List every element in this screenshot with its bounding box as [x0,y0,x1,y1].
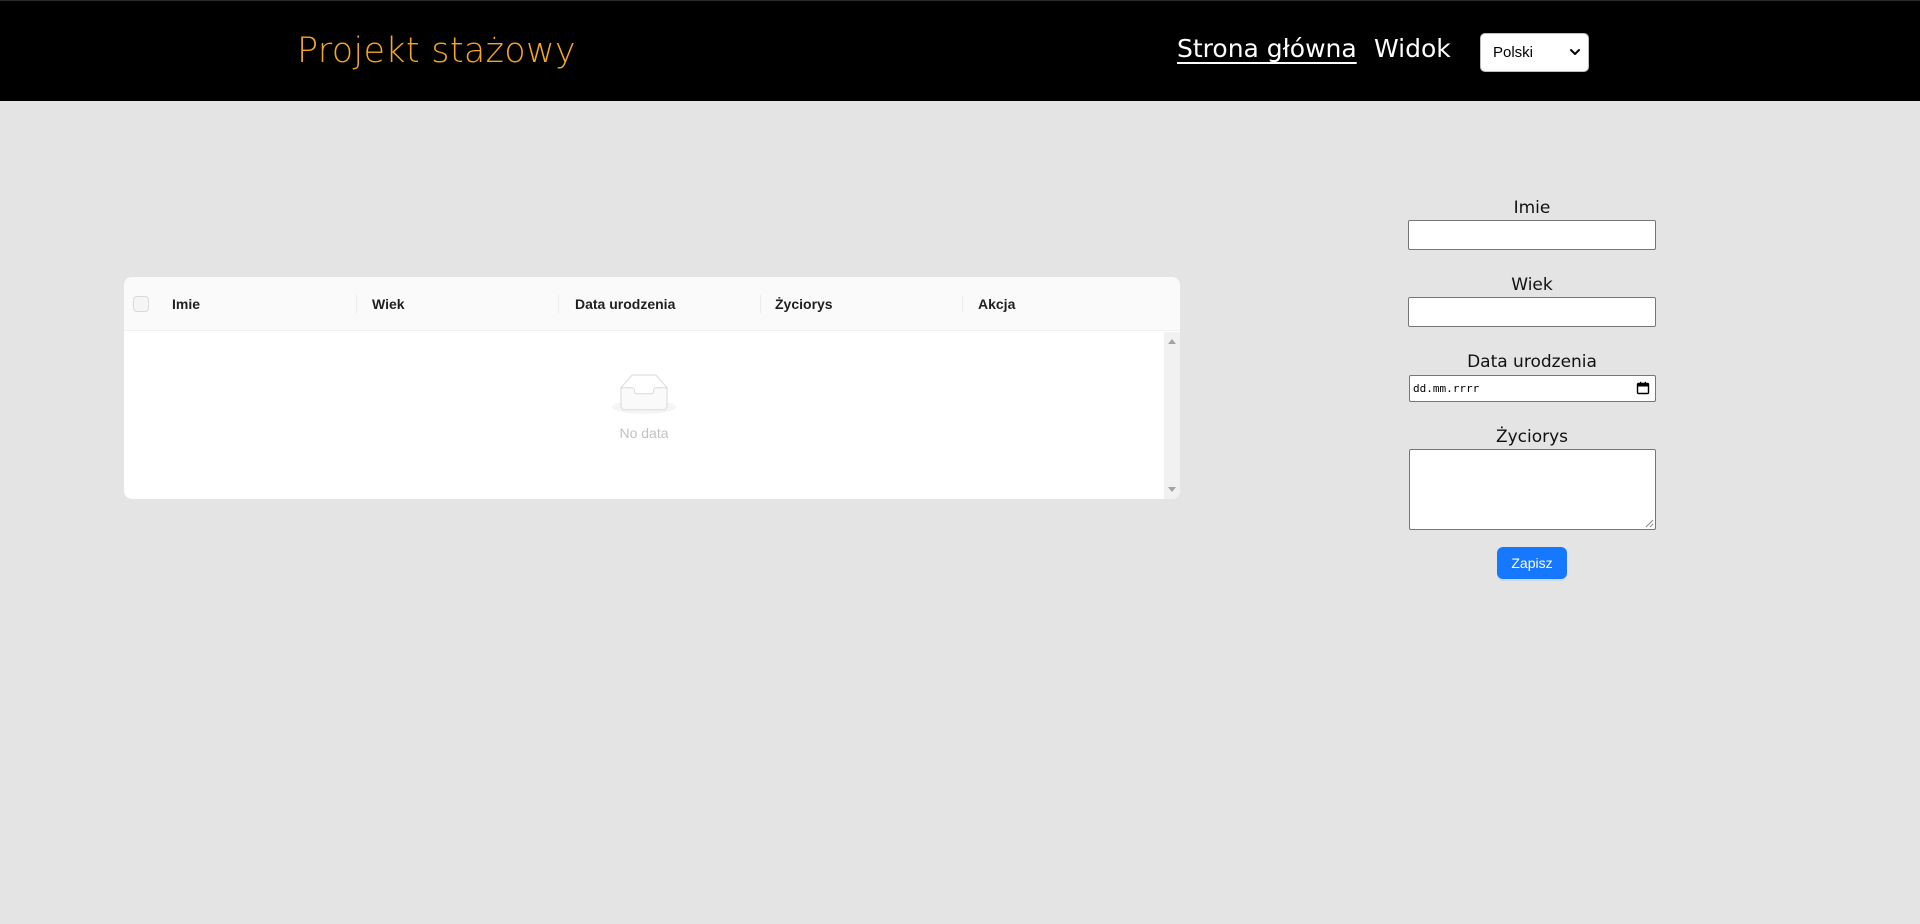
scroll-up-arrow-icon[interactable] [1168,339,1176,344]
inbox-icon [612,374,676,414]
calendar-icon[interactable] [1636,381,1650,395]
table-header: Imie Wiek Data urodzenia Życiorys Akcja [124,277,1180,331]
column-divider [962,295,963,313]
chevron-down-icon [1570,49,1580,55]
language-select-value: Polski [1493,44,1534,61]
app-title[interactable]: Projekt stażowy [297,29,576,73]
column-header-name[interactable]: Imie [172,277,200,331]
name-input[interactable] [1408,220,1656,250]
column-header-action[interactable]: Akcja [978,277,1015,331]
bio-textarea[interactable] [1409,449,1656,530]
column-divider [558,295,559,313]
column-divider [356,295,357,313]
nav-link-view[interactable]: Widok [1374,33,1451,65]
column-header-bio[interactable]: Życiorys [775,277,833,331]
top-navbar: Projekt stażowy Strona główna Widok Pols… [0,0,1920,101]
language-select[interactable]: Polski [1480,33,1589,72]
column-divider [760,295,761,313]
column-header-age[interactable]: Wiek [372,277,405,331]
save-button[interactable]: Zapisz [1497,547,1567,579]
table-body: No data [124,332,1164,499]
birthdate-label: Data urodzenia [1467,352,1597,372]
table-scrollbar[interactable] [1164,332,1180,499]
empty-state-text: No data [619,425,669,441]
age-label: Wiek [1511,275,1553,295]
nav-link-home[interactable]: Strona główna [1177,33,1357,65]
birthdate-placeholder: dd.mm.rrrr [1413,382,1480,395]
column-header-birthdate[interactable]: Data urodzenia [575,277,675,331]
birthdate-input[interactable]: dd.mm.rrrr [1409,375,1656,402]
records-table: Imie Wiek Data urodzenia Życiorys Akcja … [124,277,1180,499]
select-all-checkbox[interactable] [133,296,149,312]
age-input[interactable] [1408,297,1656,327]
empty-state: No data [604,374,684,441]
scroll-down-arrow-icon[interactable] [1168,487,1176,492]
resize-grip-icon[interactable] [1645,519,1654,528]
bio-label: Życiorys [1495,427,1569,447]
name-label: Imie [1513,198,1551,218]
